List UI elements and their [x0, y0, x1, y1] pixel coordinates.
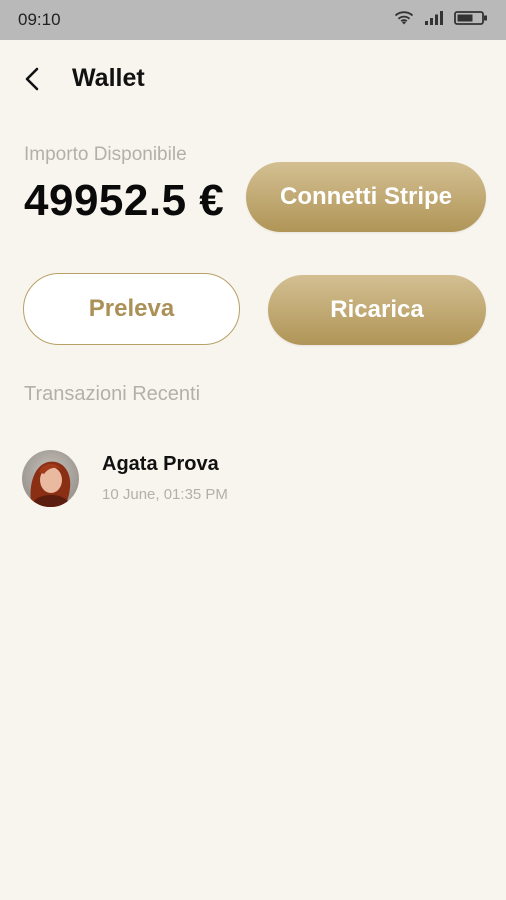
status-icons: [394, 10, 488, 26]
balance-label: Importo Disponibile: [24, 144, 187, 165]
recharge-button[interactable]: Ricarica: [268, 275, 486, 345]
connect-stripe-button[interactable]: Connetti Stripe: [246, 162, 486, 232]
signal-icon: [424, 10, 444, 26]
user-avatar: [22, 450, 79, 507]
recent-transactions-title: Transazioni Recenti: [24, 383, 201, 405]
wifi-icon: [394, 10, 414, 26]
battery-icon: [454, 10, 488, 26]
transaction-date: 10 June, 01:35 PM: [102, 486, 228, 503]
status-time: 09:10: [18, 10, 61, 29]
chevron-left-icon[interactable]: [20, 66, 46, 92]
transaction-name: Agata Prova: [102, 453, 219, 475]
transaction-item[interactable]: Agata Prova 10 June, 01:35 PM: [22, 450, 482, 510]
status-bar: 09:10: [0, 0, 506, 40]
balance-value: 49952.5 €: [24, 176, 225, 225]
withdraw-button[interactable]: Preleva: [23, 273, 240, 345]
page-title: Wallet: [72, 64, 145, 92]
